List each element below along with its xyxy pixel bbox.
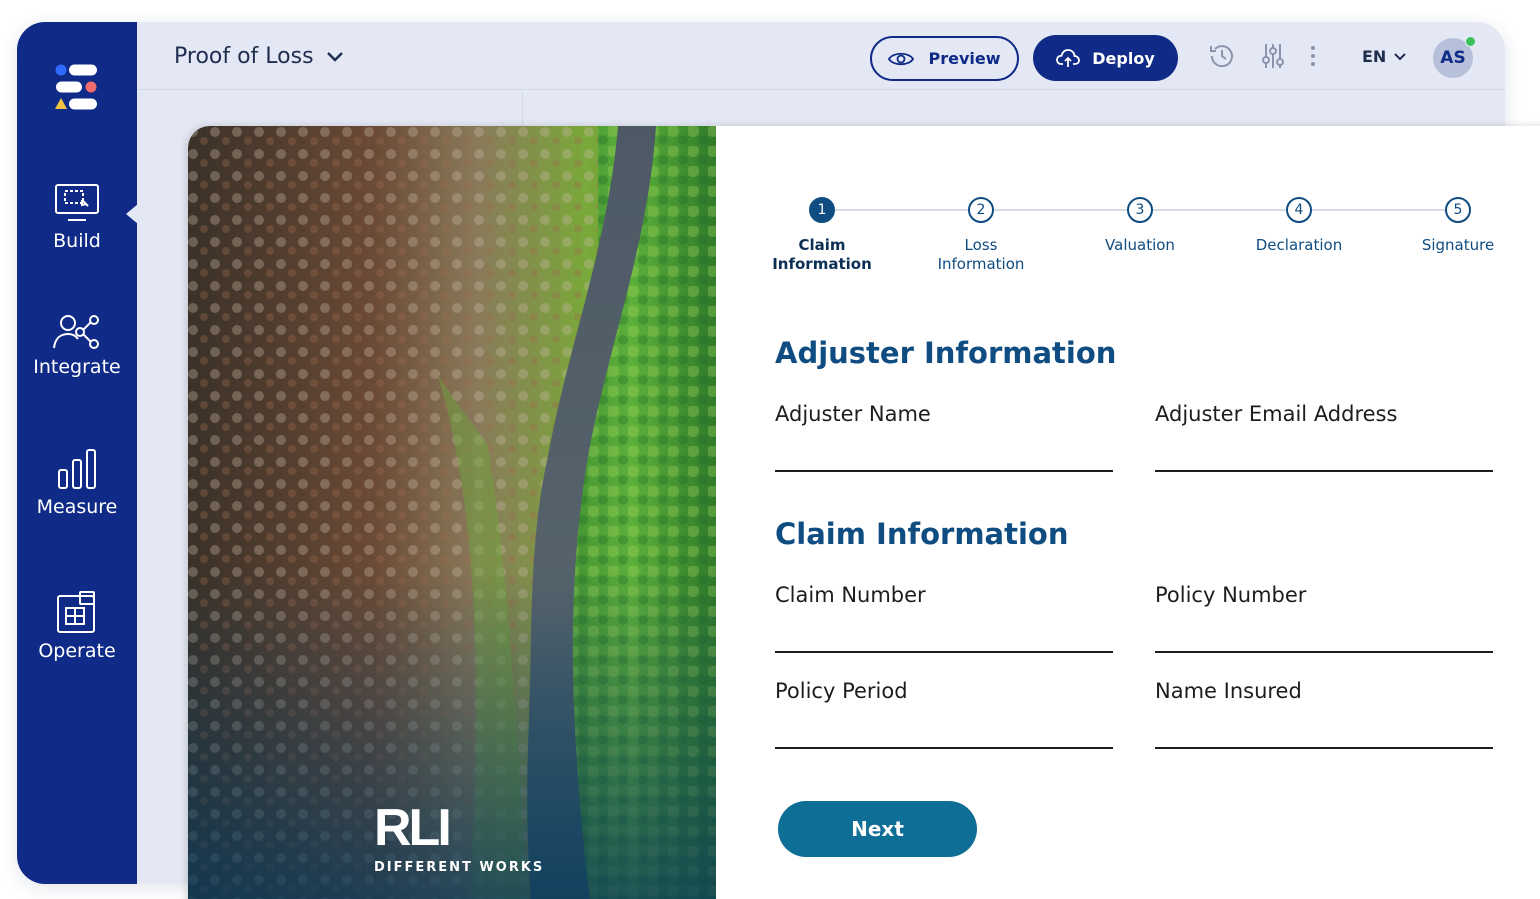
language-selector[interactable]: EN bbox=[1362, 47, 1407, 66]
cloud-upload-icon bbox=[1056, 49, 1081, 67]
adjuster-section-heading: Adjuster Information bbox=[775, 336, 1117, 370]
step-loss-information[interactable]: 2 Loss Information bbox=[916, 197, 1046, 274]
deploy-label: Deploy bbox=[1092, 48, 1155, 68]
step-label: Valuation bbox=[1105, 236, 1175, 254]
policy-number-input[interactable] bbox=[1155, 629, 1493, 653]
avatar[interactable]: AS bbox=[1433, 36, 1476, 78]
sidebar-item-build[interactable]: Build bbox=[17, 182, 138, 252]
rli-brand-logo: RLI DIFFERENT WORKS bbox=[374, 802, 544, 875]
sidebar-item-integrate[interactable]: Integrate bbox=[17, 314, 137, 378]
deploy-button[interactable]: Deploy bbox=[1033, 35, 1178, 81]
sidebar: Build Integrate Measure Operate bbox=[17, 22, 138, 884]
name-insured-field: Name Insured bbox=[1155, 679, 1495, 749]
hero-forest-image: RLI DIFFERENT WORKS bbox=[188, 126, 716, 899]
claim-section-heading: Claim Information bbox=[775, 517, 1069, 551]
sliders-icon[interactable] bbox=[1261, 42, 1285, 70]
adjuster-name-field: Adjuster Name bbox=[775, 402, 1115, 472]
adjuster-email-field: Adjuster Email Address bbox=[1155, 402, 1495, 472]
progress-stepper: 1 Claim Information 2 Loss Information 3 V… bbox=[716, 126, 1540, 296]
sidebar-item-label: Measure bbox=[36, 496, 118, 518]
eye-icon bbox=[888, 52, 915, 65]
name-insured-input[interactable] bbox=[1155, 725, 1493, 749]
more-vertical-icon[interactable] bbox=[1307, 42, 1319, 70]
step-label: Signature bbox=[1421, 236, 1495, 254]
document-title-dropdown[interactable]: Proof of Loss bbox=[174, 44, 344, 69]
step-signature[interactable]: 5 Signature bbox=[1393, 197, 1523, 255]
claim-number-field: Claim Number bbox=[775, 583, 1115, 653]
claim-number-input[interactable] bbox=[775, 629, 1113, 653]
field-label: Name Insured bbox=[1155, 679, 1302, 703]
policy-period-field: Policy Period bbox=[775, 679, 1115, 749]
step-label: Information bbox=[772, 255, 872, 273]
sidebar-item-label: Build bbox=[53, 230, 101, 252]
policy-number-field: Policy Number bbox=[1155, 583, 1495, 653]
step-number: 5 bbox=[1445, 197, 1471, 223]
top-bar: Proof of Loss Preview Deploy EN AS bbox=[137, 22, 1505, 90]
step-label: Loss bbox=[964, 236, 998, 254]
history-icon[interactable] bbox=[1208, 42, 1236, 70]
adjuster-name-input[interactable] bbox=[775, 448, 1113, 472]
share-users-icon bbox=[53, 315, 99, 349]
layout-grid-icon bbox=[57, 591, 95, 633]
sidebar-item-measure[interactable]: Measure bbox=[17, 448, 137, 518]
step-valuation[interactable]: 3 Valuation bbox=[1075, 197, 1205, 255]
field-label: Policy Period bbox=[775, 679, 908, 703]
step-number: 3 bbox=[1127, 197, 1153, 223]
field-label: Policy Number bbox=[1155, 583, 1307, 607]
brand-name: RLI bbox=[374, 799, 452, 857]
step-label: Information bbox=[937, 255, 1025, 273]
form-preview-card: RLI DIFFERENT WORKS 1 Claim Information 2… bbox=[188, 126, 1540, 899]
step-number: 1 bbox=[809, 197, 835, 223]
sidebar-item-label: Integrate bbox=[33, 356, 121, 378]
forest-aerial-illustration bbox=[188, 126, 716, 899]
step-label: Claim bbox=[798, 236, 846, 254]
page-title: Proof of Loss bbox=[174, 44, 314, 69]
step-label: Declaration bbox=[1255, 236, 1343, 254]
language-label: EN bbox=[1362, 47, 1387, 66]
chevron-down-icon bbox=[326, 51, 343, 62]
app-logo bbox=[55, 64, 97, 110]
step-number: 4 bbox=[1286, 197, 1312, 223]
chevron-down-icon bbox=[1394, 52, 1407, 60]
field-label: Claim Number bbox=[775, 583, 926, 607]
sidebar-item-label: Operate bbox=[38, 640, 116, 662]
preview-label: Preview bbox=[928, 49, 1001, 68]
step-number: 2 bbox=[968, 197, 994, 223]
field-label: Adjuster Name bbox=[775, 402, 931, 426]
brand-tagline: DIFFERENT WORKS bbox=[374, 860, 545, 875]
next-button[interactable]: Next bbox=[778, 801, 977, 857]
step-claim-information[interactable]: 1 Claim Information bbox=[757, 197, 887, 274]
adjuster-email-input[interactable] bbox=[1155, 448, 1493, 472]
monitor-icon bbox=[55, 184, 99, 221]
step-declaration[interactable]: 4 Declaration bbox=[1234, 197, 1364, 255]
preview-button[interactable]: Preview bbox=[870, 36, 1019, 81]
avatar-initials: AS bbox=[1440, 48, 1466, 68]
policy-period-input[interactable] bbox=[775, 725, 1113, 749]
field-label: Adjuster Email Address bbox=[1155, 402, 1398, 426]
sidebar-item-operate[interactable]: Operate bbox=[17, 590, 137, 662]
online-status-dot bbox=[1465, 36, 1476, 47]
bar-chart-icon bbox=[58, 449, 96, 489]
